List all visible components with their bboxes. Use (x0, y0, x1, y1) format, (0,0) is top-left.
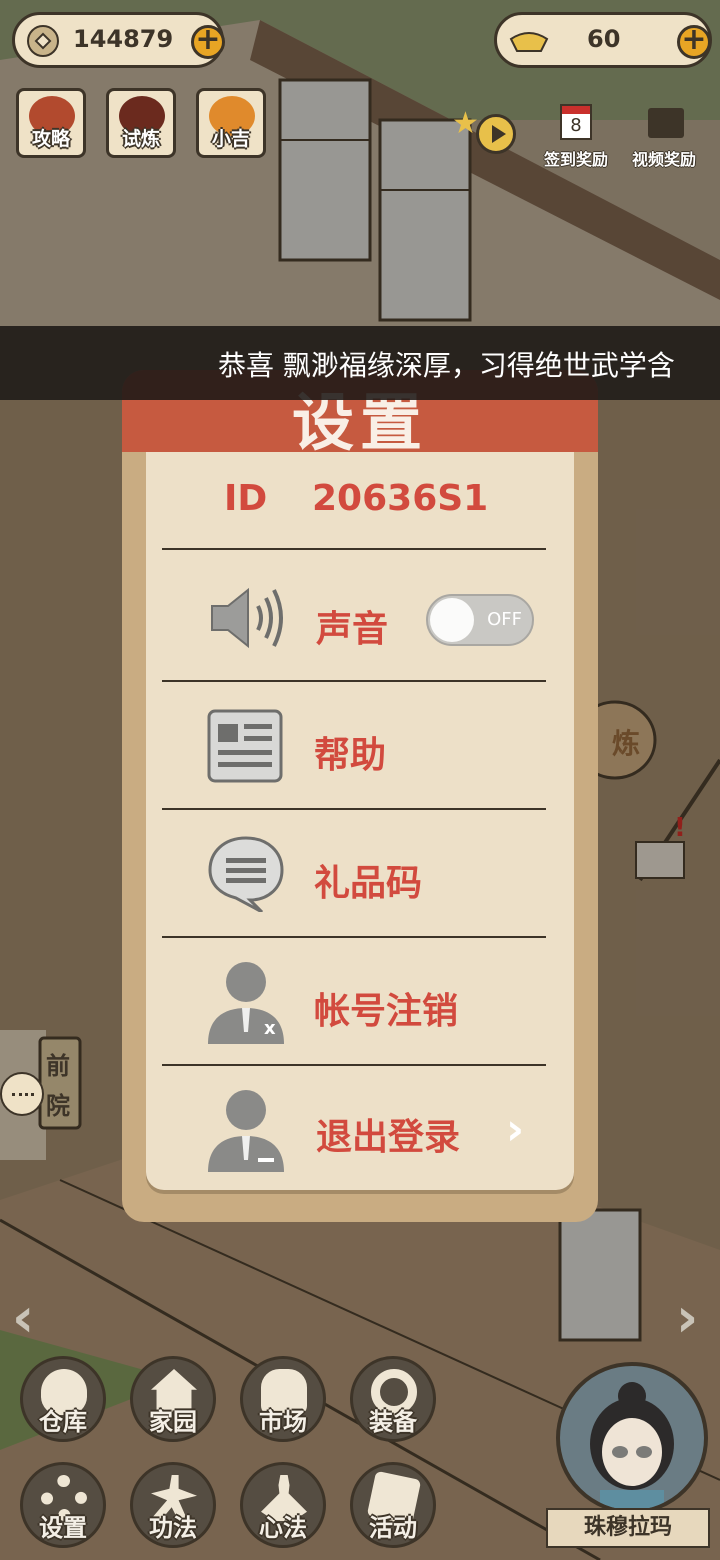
warehouse-label: 仓库 (39, 1408, 87, 1436)
play-triangle (492, 125, 506, 143)
martial-arts-button[interactable]: 功法 (130, 1462, 216, 1548)
calendar-day: 8 (570, 115, 582, 136)
home-button[interactable]: 家园 (130, 1356, 216, 1442)
sound-label: 声音 (316, 609, 389, 650)
gold-ingot-icon (509, 32, 549, 52)
courtyard-label-2[interactable]: 院 (46, 1086, 70, 1121)
gold-counter: 60 + (494, 12, 712, 68)
checkin-reward-button[interactable]: 8 签到奖励 (536, 100, 616, 170)
gold-value: 60 (587, 25, 621, 53)
play-icon[interactable] (476, 114, 516, 154)
scroll-left-arrow[interactable]: ‹ (12, 1286, 34, 1349)
lucky-button[interactable]: 小吉 (196, 88, 266, 158)
id-value: 20636S1 (312, 478, 489, 519)
guide-button-label: 攻略 (31, 128, 70, 150)
help-row[interactable]: 帮助 (146, 682, 574, 808)
coin-value: 144879 (73, 25, 174, 53)
video-reward-label: 视频奖励 (631, 150, 696, 169)
settings-label: 设置 (39, 1514, 87, 1542)
chat-icon[interactable] (0, 1072, 44, 1116)
chat-bubble-icon (208, 836, 284, 912)
activity-button[interactable]: 活动 (350, 1462, 436, 1548)
settings-panel: ID 20636S1 声音 OFF 帮助 礼品码 x 帐号注销 退出登录 › (146, 452, 574, 1190)
warehouse-button[interactable]: 仓库 (20, 1356, 106, 1442)
settings-button[interactable]: 设置 (20, 1462, 106, 1548)
home-label: 家园 (149, 1408, 197, 1436)
guide-button[interactable]: 攻略 (16, 88, 86, 158)
player-portrait (590, 1382, 674, 1510)
video-reward-button[interactable]: 视频奖励 (624, 100, 704, 170)
practice-label[interactable]: 炼 (612, 722, 640, 762)
calendar-icon: 8 (560, 104, 592, 140)
announcement-text: 恭喜 飘渺福缘深厚，习得绝世武学含 (218, 349, 675, 382)
equipment-label: 装备 (369, 1408, 417, 1436)
document-icon (207, 709, 283, 783)
courtyard-label-1[interactable]: 前 (46, 1046, 70, 1081)
announcement-bar: 恭喜 飘渺福缘深厚，习得绝世武学含 (0, 326, 720, 400)
trial-button-label: 试炼 (121, 128, 160, 150)
gift-code-label: 礼品码 (314, 863, 423, 904)
checkin-reward-label: 签到奖励 (543, 150, 608, 169)
speaker-icon (211, 587, 283, 649)
activity-label: 活动 (369, 1514, 417, 1542)
add-coins-button[interactable]: + (191, 25, 225, 59)
clapperboard-icon (648, 108, 684, 138)
logout-label: 退出登录 (316, 1117, 461, 1158)
chevron-right-icon: › (506, 1104, 525, 1155)
logout-row[interactable]: 退出登录 › (146, 1066, 574, 1190)
chat-dots (12, 1093, 34, 1099)
martial-arts-label: 功法 (149, 1514, 197, 1542)
equipment-button[interactable]: 装备 (350, 1356, 436, 1442)
coin-icon (27, 25, 59, 57)
market-label: 市场 (259, 1408, 307, 1436)
market-button[interactable]: 市场 (240, 1356, 326, 1442)
gift-code-row[interactable]: 礼品码 (146, 810, 574, 936)
coin-counter: 144879 + (12, 12, 225, 68)
add-gold-button[interactable]: + (677, 25, 711, 59)
account-delete-label: 帐号注销 (314, 991, 459, 1032)
id-row: ID 20636S1 (146, 452, 574, 548)
mind-method-button[interactable]: 心法 (240, 1462, 326, 1548)
help-label: 帮助 (314, 735, 387, 776)
player-avatar[interactable] (556, 1362, 708, 1514)
id-label: ID (224, 478, 268, 519)
trial-button[interactable]: 试炼 (106, 88, 176, 158)
scroll-right-arrow[interactable]: › (676, 1286, 698, 1349)
toggle-state: OFF (487, 609, 522, 630)
user-logout-icon (208, 1090, 284, 1172)
toggle-knob (430, 598, 474, 642)
delete-mark: x (264, 1018, 276, 1039)
sound-toggle[interactable]: OFF (426, 594, 534, 646)
calendar-top (562, 106, 590, 114)
account-delete-row[interactable]: x 帐号注销 (146, 938, 574, 1064)
star-icon: ★ (452, 106, 479, 141)
mind-method-label: 心法 (259, 1514, 307, 1542)
lucky-button-label: 小吉 (211, 128, 250, 150)
player-name: 珠穆拉玛 (546, 1508, 710, 1548)
